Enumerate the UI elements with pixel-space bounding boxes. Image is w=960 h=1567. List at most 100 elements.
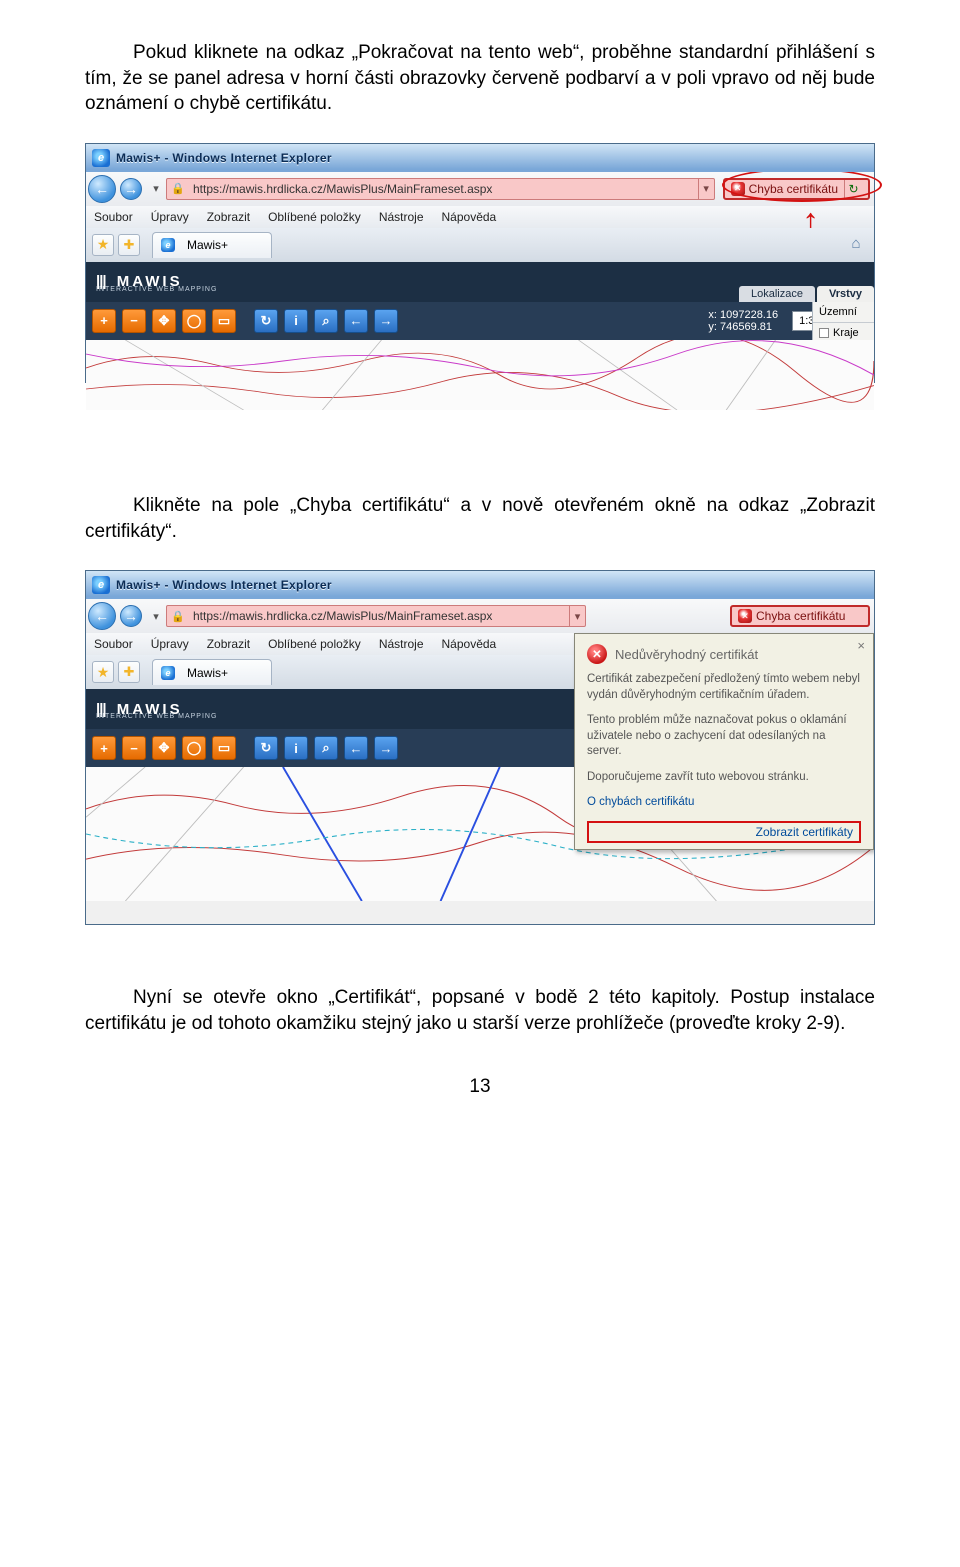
menu-nastroje-2[interactable]: Nástroje [379,637,424,651]
cert-error-box-2[interactable]: ✕ Chyba certifikátu [730,605,870,627]
tool-forward-2[interactable]: → [374,736,398,760]
tab-label-2: Mawis+ [187,666,228,680]
page-number: 13 [85,1076,875,1098]
address-url-2: https://mawis.hrdlicka.cz/MawisPlus/Main… [189,606,569,626]
menu-napoveda[interactable]: Nápověda [442,210,497,224]
popup-title: Nedůvěryhodný certifikát [615,647,758,662]
mawis-tab-vrstvy[interactable]: Vrstvy [817,286,874,302]
refresh-icon[interactable]: ↻ [844,180,862,198]
menu-upravy-2[interactable]: Úpravy [151,637,189,651]
tool-search[interactable]: ⌕ [314,309,338,333]
add-favorite-button-2[interactable]: ✚ [118,661,140,683]
popup-text-1: Certifikát zabezpečení předložený tímto … [587,672,861,703]
popup-about-link[interactable]: O chybách certifikátu [587,796,694,808]
menu-oblibene-2[interactable]: Oblíbené položky [268,637,361,651]
tool-select-2[interactable]: ▭ [212,736,236,760]
menu-upravy[interactable]: Úpravy [151,210,189,224]
address-dropdown-icon[interactable]: ▾ [698,179,714,199]
tool-globe[interactable]: ◯ [182,309,206,333]
mawis-header: ||| MAWIS INTERACTIVE WEB MAPPING Lokali… [86,262,874,302]
mawis-tagline: INTERACTIVE WEB MAPPING [96,286,217,293]
popup-text-2: Tento problém může naznačovat pokus o ok… [587,713,861,760]
paragraph-1: Pokud kliknete na odkaz „Pokračovat na t… [85,40,875,117]
browser-tab-2[interactable]: e Mawis+ [152,659,272,685]
popup-text-3: Doporučujeme zavřít tuto webovou stránku… [587,770,861,786]
browser-nav-row: ← → ▾ 🔒 https://mawis.hrdlicka.cz/MawisP… [86,172,874,206]
mawis-toolbar: + − ✥ ◯ ▭ ↻ i ⌕ ← → x: 1097228.16 y: 746… [86,302,874,340]
favorites-button[interactable]: ★ [92,234,114,256]
map-area[interactable] [86,340,874,410]
menu-soubor-2[interactable]: Soubor [94,637,133,651]
paragraph-3: Nyní se otevře okno „Certifikát“, popsan… [85,985,875,1036]
address-url: https://mawis.hrdlicka.cz/MawisPlus/Main… [189,179,698,199]
ie-icon-2: e [92,576,110,594]
popup-show-cert-link[interactable]: Zobrazit certifikáty [587,821,861,843]
popup-shield-icon: ✕ [587,644,607,664]
tool-pan[interactable]: ✥ [152,309,176,333]
popup-close-icon[interactable]: × [857,638,865,653]
tool-back-2[interactable]: ← [344,736,368,760]
tool-zoom-out-2[interactable]: − [122,736,146,760]
favorites-button-2[interactable]: ★ [92,661,114,683]
browser-tab[interactable]: e Mawis+ [152,232,272,258]
tool-forward[interactable]: → [374,309,398,333]
nav-dropdown-icon-2[interactable]: ▾ [150,606,162,626]
layer-row-uzemni[interactable]: Územní [813,302,874,323]
mawis-tab-lokalizace[interactable]: Lokalizace [739,286,815,302]
window-titlebar: e Mawis+ - Windows Internet Explorer [86,144,874,172]
tool-zoom-out[interactable]: − [122,309,146,333]
menu-soubor[interactable]: Soubor [94,210,133,224]
tool-refresh-2[interactable]: ↻ [254,736,278,760]
screenshot-2: e Mawis+ - Windows Internet Explorer ← →… [85,570,875,925]
tool-globe-2[interactable]: ◯ [182,736,206,760]
browser-nav-row-2: ← → ▾ 🔒 https://mawis.hrdlicka.cz/MawisP… [86,599,874,633]
tool-pan-2[interactable]: ✥ [152,736,176,760]
browser-tab-row: ★ ✚ e Mawis+ ⌂ [86,228,874,262]
menu-napoveda-2[interactable]: Nápověda [442,637,497,651]
home-icon[interactable]: ⌂ [846,234,866,254]
forward-button-2[interactable]: → [120,605,142,627]
coord-x: x: 1097228.16 [708,309,778,321]
tool-select[interactable]: ▭ [212,309,236,333]
address-bar-2[interactable]: 🔒 https://mawis.hrdlicka.cz/MawisPlus/Ma… [166,605,586,627]
tool-search-2[interactable]: ⌕ [314,736,338,760]
back-button[interactable]: ← [88,175,116,203]
coord-y: y: 746569.81 [708,321,778,333]
layer-panel: Územní Kraje [812,302,874,344]
cert-error-label: Chyba certifikátu [749,182,838,196]
mawis-tagline-2: INTERACTIVE WEB MAPPING [96,713,217,720]
menu-zobrazit[interactable]: Zobrazit [207,210,250,224]
menu-oblibene[interactable]: Oblíbené položky [268,210,361,224]
paragraph-2: Klikněte na pole „Chyba certifikátu“ a v… [85,493,875,544]
tab-label: Mawis+ [187,238,228,252]
forward-button[interactable]: → [120,178,142,200]
tool-info[interactable]: i [284,309,308,333]
add-favorite-button[interactable]: ✚ [118,234,140,256]
shield-error-icon: ✕ [731,182,745,196]
menu-zobrazit-2[interactable]: Zobrazit [207,637,250,651]
window-titlebar-2: e Mawis+ - Windows Internet Explorer [86,571,874,599]
screenshot-1: ↑ e Mawis+ - Windows Internet Explorer ←… [85,143,875,383]
tab-favicon: e [161,238,175,252]
tool-zoom-in[interactable]: + [92,309,116,333]
window-title-2: Mawis+ - Windows Internet Explorer [116,578,332,592]
address-bar[interactable]: 🔒 https://mawis.hrdlicka.cz/MawisPlus/Ma… [166,178,715,200]
tool-info-2[interactable]: i [284,736,308,760]
nav-dropdown-icon[interactable]: ▾ [150,179,162,199]
address-dropdown-icon-2[interactable]: ▾ [569,606,585,626]
tool-zoom-in-2[interactable]: + [92,736,116,760]
menu-nastroje[interactable]: Nástroje [379,210,424,224]
cert-popup: × ✕ Nedůvěryhodný certifikát Certifikát … [574,633,874,850]
window-title: Mawis+ - Windows Internet Explorer [116,151,332,165]
tool-refresh[interactable]: ↻ [254,309,278,333]
shield-error-icon-2: ✕ [738,609,752,623]
lock-icon-2: 🔒 [167,606,189,626]
lock-icon: 🔒 [167,179,189,199]
cert-error-label-2: Chyba certifikátu [756,609,845,623]
map-lines [86,340,874,410]
cert-error-box[interactable]: ✕ Chyba certifikátu ↻ [723,178,870,200]
tab-favicon-2: e [161,666,175,680]
back-button-2[interactable]: ← [88,602,116,630]
coordinates-display: x: 1097228.16 y: 746569.81 [708,309,778,333]
tool-back[interactable]: ← [344,309,368,333]
